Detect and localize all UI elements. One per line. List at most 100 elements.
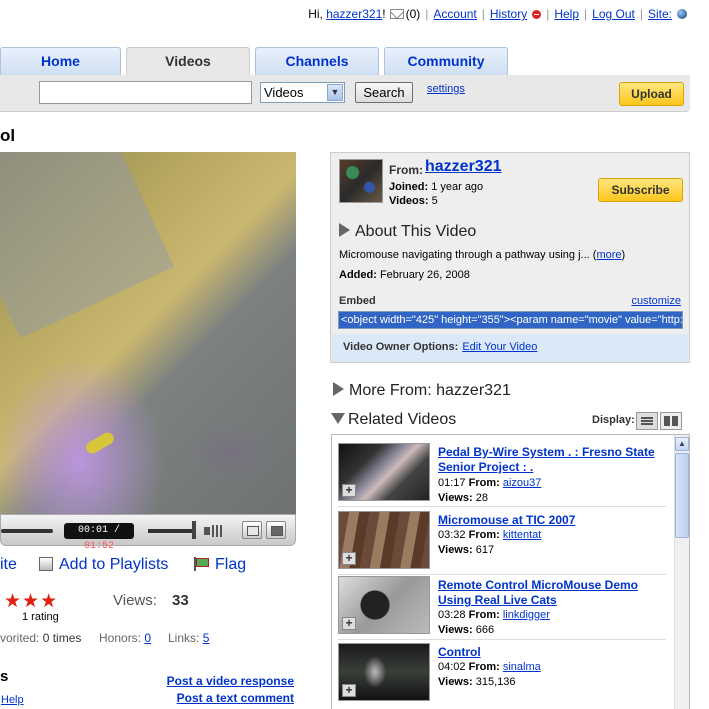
mail-count[interactable]: (0) (406, 7, 421, 21)
customize-link[interactable]: customize (631, 295, 681, 307)
more-from-toggle[interactable]: More From: hazzer321 (333, 382, 511, 400)
joined-info: Joined: 1 year ago (389, 181, 484, 193)
mail-icon[interactable] (389, 9, 404, 19)
account-link[interactable]: Account (433, 7, 476, 21)
from-label: From: (389, 163, 423, 177)
list-item[interactable]: + Control 04:02 From: sinalma Views: 315… (338, 643, 666, 707)
chevron-up-icon[interactable]: ▲ (675, 437, 689, 451)
channel-user-link[interactable]: hazzer321 (425, 158, 502, 176)
related-toggle[interactable]: Related Videos (331, 411, 456, 429)
related-video-title[interactable]: Control (438, 645, 663, 660)
progress-bar[interactable] (1, 529, 53, 533)
logout-link[interactable]: Log Out (592, 7, 635, 21)
video-thumbnail[interactable]: + (338, 576, 430, 634)
tab-videos[interactable]: Videos (126, 47, 250, 76)
more-link[interactable]: more (596, 249, 621, 261)
video-thumbnail[interactable]: + (338, 643, 430, 701)
globe-icon[interactable] (677, 9, 687, 19)
search-button[interactable]: Search (355, 82, 413, 103)
flag-icon (193, 557, 209, 571)
subscribe-button[interactable]: Subscribe (598, 178, 683, 202)
search-settings-link[interactable]: settings (427, 83, 465, 95)
popout-button[interactable] (242, 521, 262, 539)
embed-label: Embed (339, 295, 376, 307)
video-thumbnail[interactable]: + (338, 443, 430, 501)
video-player[interactable] (0, 152, 296, 514)
rating-stars[interactable]: ★★★ (4, 590, 58, 613)
related-author-link[interactable]: sinalma (503, 661, 541, 673)
video-thumbnail[interactable]: + (338, 511, 430, 569)
chevron-down-icon[interactable]: ▼ (327, 84, 343, 101)
related-video-title[interactable]: Remote Control MicroMouse Demo Using Rea… (438, 578, 663, 608)
player-controls: 00:01 / 01:52 (0, 514, 296, 552)
add-to-playlists-link[interactable]: Add to Playlists (39, 556, 168, 574)
honors-link[interactable]: 0 (144, 631, 151, 645)
tab-community[interactable]: Community (384, 47, 508, 75)
upload-button[interactable]: Upload (619, 82, 684, 106)
volume-slider[interactable] (148, 529, 196, 533)
honors-stat: Honors: 0 (99, 631, 152, 645)
list-item[interactable]: + Pedal By-Wire System . : Fresno State … (338, 443, 666, 507)
volume-handle[interactable] (192, 521, 196, 539)
list-view-icon[interactable] (636, 412, 658, 430)
views-count: 33 (172, 592, 189, 609)
channel-avatar[interactable] (339, 159, 383, 203)
triangle-right-icon (333, 382, 344, 396)
plus-icon[interactable]: + (342, 617, 356, 630)
related-video-title[interactable]: Micromouse at TIC 2007 (438, 513, 663, 528)
user-bar: Hi, hazzer321! (0) | Account | History | He… (308, 7, 687, 21)
video-info-box: From: hazzer321 Joined: 1 year ago Video… (330, 152, 690, 363)
fullscreen-button[interactable] (266, 521, 286, 539)
search-type-select[interactable]: Videos ▼ (260, 82, 345, 103)
related-videos-list: + Pedal By-Wire System . : Fresno State … (331, 434, 690, 709)
video-title: ol (0, 126, 16, 145)
tab-channels[interactable]: Channels (255, 47, 379, 75)
edit-video-link[interactable]: Edit Your Video (462, 341, 537, 353)
list-item[interactable]: + Remote Control MicroMouse Demo Using R… (338, 576, 666, 640)
site-link[interactable]: Site: (648, 7, 672, 21)
post-video-response-link[interactable]: Post a video response (167, 674, 294, 688)
links-stat: Links: 5 (168, 631, 210, 645)
related-scrollbar[interactable]: ▲ (674, 435, 689, 709)
responses-heading: s (0, 668, 9, 685)
greeting: Hi, (308, 7, 323, 21)
plus-icon[interactable]: + (342, 484, 356, 497)
videos-info: Videos: 5 (389, 195, 438, 207)
about-toggle[interactable]: About This Video (339, 223, 476, 241)
grid-view-icon[interactable] (660, 412, 682, 430)
plus-icon[interactable]: + (342, 684, 356, 697)
favorited-stat: vorited: 0 times (0, 631, 82, 645)
video-frame-object (84, 430, 116, 456)
related-video-title[interactable]: Pedal By-Wire System . : Fresno State Se… (438, 445, 663, 475)
triangle-down-icon (331, 413, 345, 424)
triangle-right-icon (339, 223, 350, 237)
help-link[interactable]: Help (554, 7, 579, 21)
search-input[interactable] (39, 81, 252, 104)
tab-home[interactable]: Home (0, 47, 121, 75)
flag-link[interactable]: Flag (193, 556, 246, 574)
video-description: Micromouse navigating through a pathway … (339, 249, 626, 261)
related-author-link[interactable]: aizou37 (503, 477, 542, 489)
embed-code-field[interactable]: <object width="425" height="355"><param … (338, 311, 683, 329)
scrollbar-thumb[interactable] (675, 453, 689, 538)
owner-options: Video Owner Options: Edit Your Video (332, 334, 688, 362)
speaker-icon[interactable] (204, 523, 224, 539)
related-author-link[interactable]: linkdigger (503, 609, 550, 621)
history-clear-icon[interactable] (532, 9, 542, 19)
views-label: Views: (113, 592, 157, 609)
plus-icon[interactable]: + (342, 552, 356, 565)
responses-help-link[interactable]: Help (1, 694, 24, 706)
post-text-comment-link[interactable]: Post a text comment (177, 691, 294, 705)
favorite-link[interactable]: ite (0, 556, 17, 574)
time-display: 00:01 / 01:52 (64, 523, 134, 552)
playlist-icon (39, 557, 53, 571)
display-label: Display: (592, 414, 635, 426)
username-link[interactable]: hazzer321 (326, 7, 382, 21)
history-link[interactable]: History (490, 7, 527, 21)
list-item[interactable]: + Micromouse at TIC 2007 03:32 From: kit… (338, 511, 666, 575)
links-link[interactable]: 5 (203, 631, 210, 645)
rating-count: 1 rating (22, 611, 59, 623)
added-date: Added: February 26, 2008 (339, 269, 470, 281)
video-frame-wall (0, 152, 175, 339)
related-author-link[interactable]: kittentat (503, 529, 542, 541)
